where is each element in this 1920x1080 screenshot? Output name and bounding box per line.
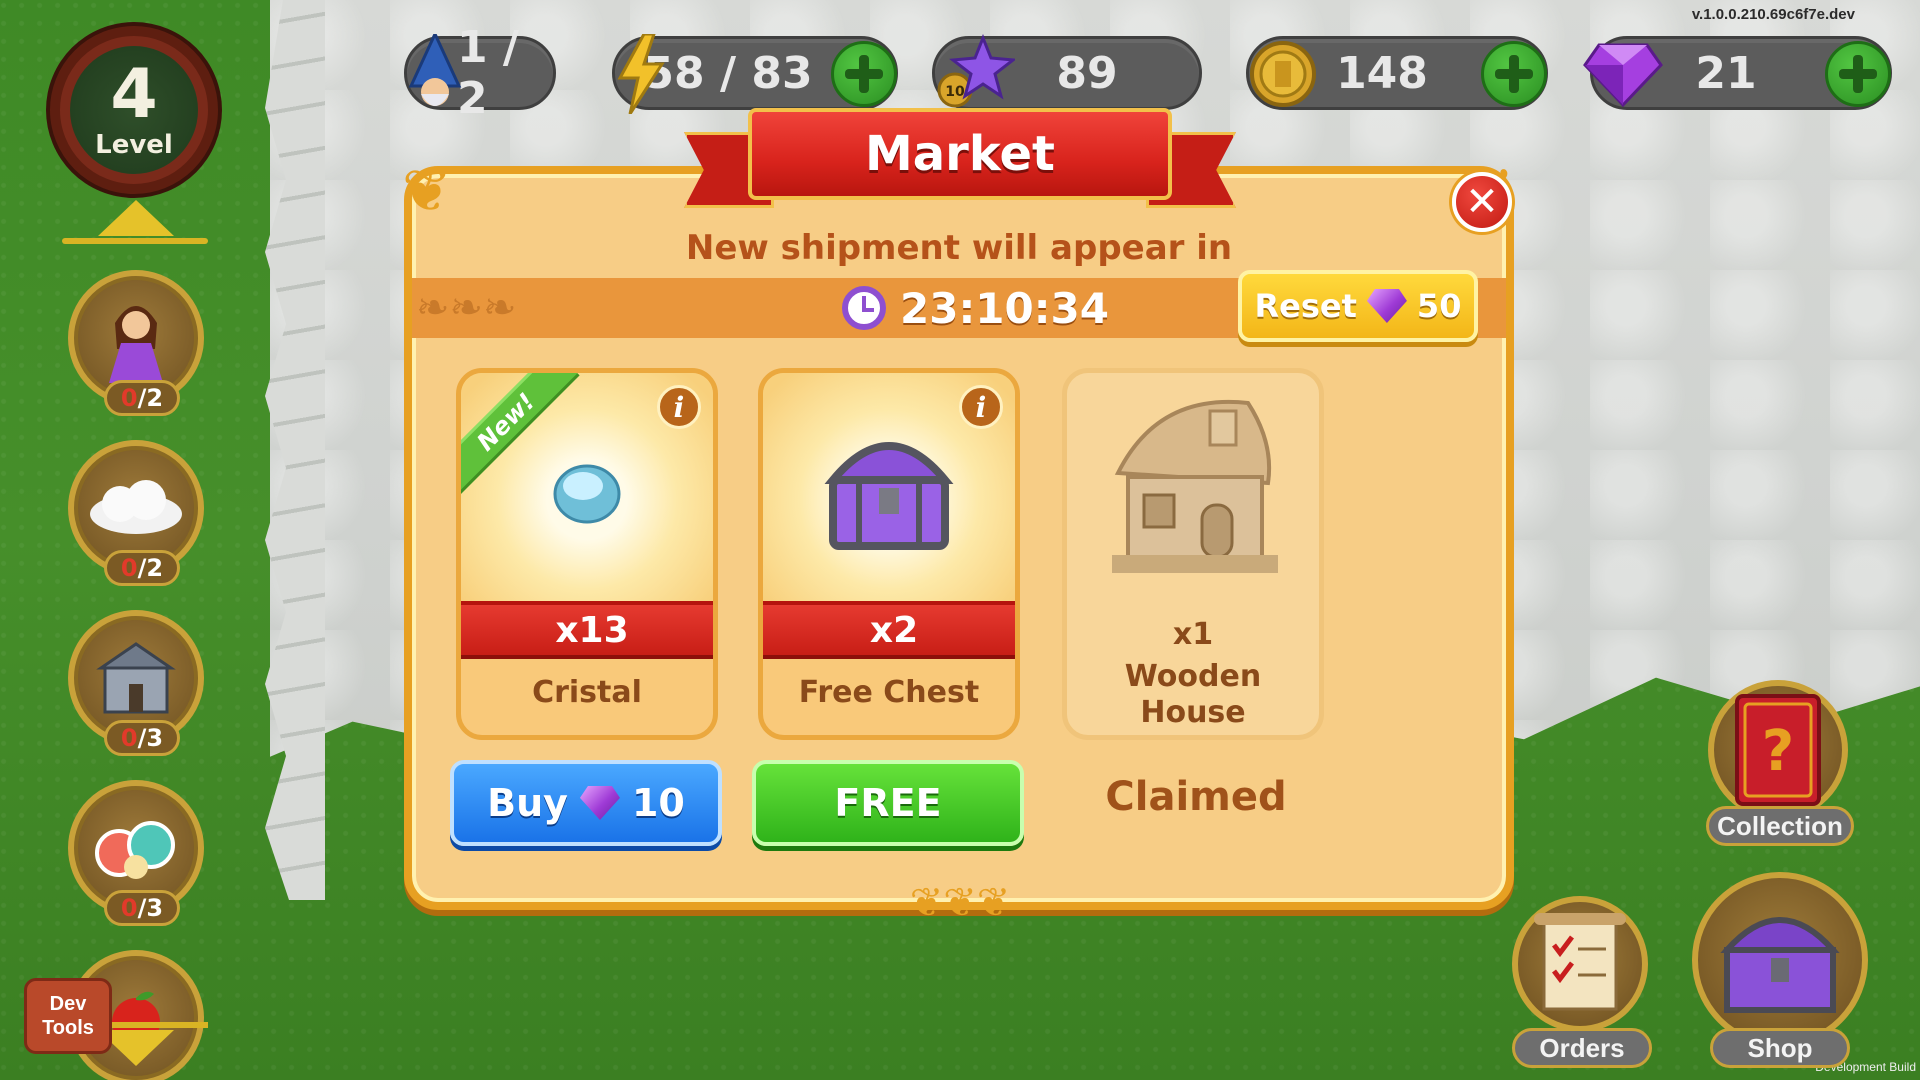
- quest-cloud[interactable]: 0/2: [68, 440, 204, 586]
- shop-button[interactable]: [1692, 872, 1868, 1048]
- gem-counter[interactable]: 21: [1583, 36, 1892, 110]
- dev-tools-button[interactable]: Dev Tools: [24, 978, 112, 1054]
- scroll-icon: [1534, 913, 1626, 1011]
- princess-icon: [109, 306, 163, 383]
- item-name-line1: Wooden: [1124, 659, 1262, 694]
- wizard-icon: [393, 31, 473, 117]
- energy-counter[interactable]: 58 / 83: [612, 34, 898, 114]
- star-counter[interactable]: 10 89: [932, 34, 1202, 110]
- claim-free-chest-button[interactable]: FREE: [752, 760, 1024, 846]
- quest-count: 0/3: [104, 890, 180, 926]
- gem-icon: [1583, 31, 1663, 117]
- gem-count: 21: [1695, 47, 1757, 99]
- item-name-line2: House: [1140, 695, 1246, 730]
- quest-count: 0/2: [104, 550, 180, 586]
- level-label: Level: [95, 130, 173, 160]
- buy-label: Buy: [487, 781, 568, 825]
- quest-count: 0/2: [104, 380, 180, 416]
- version-label: v.1.0.0.210.69c6f7e.dev: [1691, 6, 1855, 23]
- buy-cost: 10: [631, 781, 685, 825]
- chest-icon: [824, 442, 954, 550]
- lightning-icon: [601, 31, 681, 117]
- coin-count: 148: [1336, 47, 1428, 99]
- market-item-cristal[interactable]: New! i x13 Cristal: [456, 368, 718, 740]
- quest-stone-house[interactable]: 0/3: [68, 610, 204, 756]
- buy-cristal-button[interactable]: Buy 10: [450, 760, 722, 846]
- candy-icon: [95, 821, 175, 879]
- add-coins-button[interactable]: [1481, 41, 1547, 107]
- wooden-house-icon: [1112, 399, 1278, 573]
- wizard-counter[interactable]: 1 / 2: [404, 22, 556, 124]
- chest-icon: [1720, 917, 1840, 1013]
- collection-label[interactable]: Collection: [1706, 806, 1854, 846]
- reset-label: Reset: [1254, 287, 1357, 325]
- reset-button[interactable]: Reset 50: [1238, 270, 1478, 342]
- bottom-ornament-icon: ❦❦❦: [909, 880, 1011, 926]
- level-badge[interactable]: 4 Level: [50, 26, 218, 194]
- free-label: FREE: [834, 781, 942, 825]
- collection-button[interactable]: ?: [1708, 680, 1848, 820]
- star-wand-icon: 10: [935, 31, 1015, 117]
- clock-icon: [842, 286, 886, 330]
- flourish-ornament-icon: ❧❧❧: [416, 285, 517, 331]
- coin-counter[interactable]: 148: [1246, 36, 1548, 110]
- gem-icon: [1366, 289, 1407, 323]
- add-gems-button[interactable]: [1825, 41, 1891, 107]
- quest-count: 0/3: [104, 720, 180, 756]
- orders-label[interactable]: Orders: [1512, 1028, 1652, 1068]
- add-energy-button[interactable]: [831, 41, 897, 107]
- reset-cost: 50: [1416, 287, 1462, 325]
- orders-button[interactable]: [1512, 896, 1648, 1032]
- shipment-timer: 23:10:34: [842, 280, 1109, 336]
- coin-icon: [1243, 31, 1323, 117]
- item-quantity: x2: [763, 601, 1015, 659]
- stone-house-icon: [96, 642, 176, 714]
- info-icon[interactable]: i: [959, 385, 1003, 429]
- scroll-up-arrow-icon[interactable]: [98, 200, 174, 236]
- item-name: Cristal: [532, 675, 642, 710]
- svg-text:?: ?: [1762, 719, 1794, 784]
- corner-ornament-icon: ❦: [401, 156, 453, 226]
- market-title-ribbon: Market: [684, 108, 1236, 208]
- market-item-wooden-house: x1 Wooden House: [1062, 368, 1324, 740]
- star-count: 89: [1056, 47, 1118, 99]
- item-quantity: x1: [1172, 617, 1214, 652]
- gem-icon: [579, 786, 620, 820]
- quest-candy[interactable]: 0/3: [68, 780, 204, 926]
- level-number: 4: [110, 55, 158, 134]
- info-icon[interactable]: i: [657, 385, 701, 429]
- crystal-icon: [553, 464, 621, 524]
- shipment-subtitle: New shipment will appear in: [685, 228, 1233, 268]
- market-item-free-chest[interactable]: i x2 Free Chest: [758, 368, 1020, 740]
- cloud-icon: [90, 480, 182, 534]
- item-art: [1067, 373, 1319, 603]
- svg-text:10: 10: [945, 84, 965, 100]
- market-title: Market: [748, 108, 1172, 200]
- item-name: Free Chest: [798, 675, 980, 710]
- close-icon: ✕: [1465, 179, 1499, 225]
- timer-value: 23:10:34: [900, 283, 1109, 333]
- quest-princess[interactable]: 0/2: [68, 270, 204, 416]
- level-inner: 4 Level: [70, 46, 198, 174]
- item-quantity: x13: [461, 601, 713, 659]
- close-button[interactable]: ✕: [1452, 172, 1512, 232]
- scroll-up-bar: [62, 238, 208, 244]
- claimed-label: Claimed: [1105, 774, 1287, 820]
- shop-label[interactable]: Shop: [1710, 1028, 1850, 1068]
- book-icon: ?: [1735, 694, 1821, 806]
